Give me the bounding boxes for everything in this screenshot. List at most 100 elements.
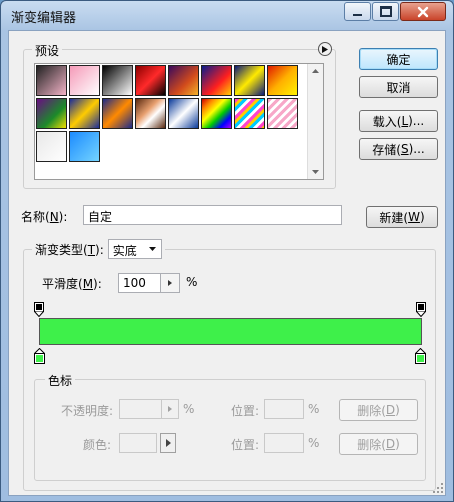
color-stops-label: 色标 — [45, 372, 76, 389]
presets-list — [34, 63, 324, 180]
location-label-opacity: 位置: — [231, 404, 260, 418]
opacity-stop-icon — [34, 302, 44, 318]
preset-swatch-18[interactable] — [69, 131, 100, 162]
load-button-suffix: )... — [408, 114, 425, 128]
smoothness-label-suffix: ): — [93, 277, 102, 291]
triangle-right-icon — [168, 280, 172, 286]
delete-button-suffix: ) — [395, 437, 400, 451]
save-button[interactable]: 存储(S)... — [359, 138, 438, 160]
minimize-button[interactable] — [344, 2, 371, 21]
maximize-button[interactable] — [372, 2, 399, 21]
color-stops-group: 色标 不透明度: % 位置: % 删除(D) 颜色: 位置: % 删除(D … — [34, 372, 426, 481]
presets-scrollbar[interactable] — [307, 64, 323, 179]
preset-swatch-grid — [36, 65, 298, 162]
cancel-button[interactable]: 取消 — [359, 76, 438, 98]
preset-swatch-17[interactable] — [36, 131, 67, 162]
preset-swatch-14[interactable] — [201, 98, 232, 129]
save-button-suffix: )... — [408, 142, 425, 156]
location-unit-opacity: % — [308, 402, 320, 416]
name-label-key: N — [49, 210, 59, 224]
location-label-color: 位置: — [231, 438, 260, 452]
name-label-text: 名称( — [21, 210, 50, 224]
location-input-opacity[interactable] — [264, 399, 304, 419]
gradient-type-select[interactable]: 实底 — [107, 239, 162, 259]
preset-swatch-6[interactable] — [201, 65, 232, 96]
presets-label: 预设 — [32, 42, 63, 59]
delete-color-stop-button[interactable]: 删除(D) — [339, 433, 418, 455]
gradient-type-label-key: T — [87, 242, 96, 257]
chevron-down-icon — [148, 247, 156, 251]
gradient-type-label-text: 渐变类型( — [35, 242, 88, 257]
save-button-label: 存储( — [372, 142, 401, 157]
preset-swatch-16[interactable] — [267, 98, 298, 129]
opacity-label: 不透明度: — [61, 404, 114, 418]
preset-swatch-4[interactable] — [135, 65, 166, 96]
opacity-unit: % — [183, 402, 195, 416]
gradient-type-row: 渐变类型(T): 实底 — [32, 239, 165, 259]
scroll-down-icon — [312, 170, 319, 174]
preset-swatch-15[interactable] — [234, 98, 265, 129]
save-button-key: S — [400, 142, 409, 156]
preset-swatch-2[interactable] — [69, 65, 100, 96]
opacity-input[interactable] — [119, 399, 161, 419]
color-label: 颜色: — [83, 438, 112, 452]
delete-button-key: D — [385, 437, 396, 451]
preset-swatch-11[interactable] — [102, 98, 133, 129]
new-button-key: W — [408, 210, 420, 224]
name-label-suffix: ): — [58, 210, 68, 224]
load-button-key: L — [401, 114, 409, 128]
preset-swatch-5[interactable] — [168, 65, 199, 96]
color-stop-icon — [33, 347, 46, 364]
resize-grip-icon[interactable] — [433, 483, 443, 493]
ok-button[interactable]: 确定 — [359, 48, 438, 70]
opacity-stop-icon — [416, 302, 426, 318]
close-button[interactable] — [400, 2, 446, 21]
new-button[interactable]: 新建(W) — [366, 206, 438, 228]
preset-swatch-13[interactable] — [168, 98, 199, 129]
preset-swatch-12[interactable] — [135, 98, 166, 129]
smoothness-label-text: 平滑度( — [42, 277, 83, 291]
new-button-suffix: ) — [419, 210, 425, 224]
gradient-editor-window: 渐变编辑器 预设 确定 取消 载入(L)... 存储(S)... 名称(… — [0, 0, 454, 502]
gradient-type-label-suffix: ): — [95, 242, 104, 257]
location-unit-color: % — [308, 436, 320, 450]
smoothness-unit: % — [186, 275, 198, 289]
delete-opacity-stop-button[interactable]: 删除(D) — [339, 399, 418, 421]
delete-button-label: 删除( — [357, 403, 386, 418]
smoothness-label-key: M — [82, 277, 94, 291]
opacity-stepper[interactable] — [161, 399, 179, 419]
preset-swatch-10[interactable] — [69, 98, 100, 129]
close-icon — [417, 6, 429, 17]
color-stop-left[interactable] — [33, 347, 46, 367]
location-input-color[interactable] — [264, 433, 304, 453]
presets-menu-button[interactable] — [318, 42, 332, 56]
color-stop-right[interactable] — [414, 347, 427, 367]
smoothness-input[interactable]: 100 — [118, 273, 160, 293]
load-button[interactable]: 载入(L)... — [359, 110, 438, 132]
gradient-type-value: 实底 — [112, 244, 137, 258]
smoothness-stepper[interactable] — [160, 273, 180, 293]
triangle-right-icon — [165, 439, 171, 447]
preset-swatch-8[interactable] — [267, 65, 298, 96]
smoothness-label: 平滑度(M): — [42, 275, 102, 292]
preset-swatch-7[interactable] — [234, 65, 265, 96]
load-button-label: 载入( — [372, 114, 402, 129]
maximize-icon — [379, 6, 392, 17]
preset-swatch-1[interactable] — [36, 65, 67, 96]
color-swatch-field[interactable] — [119, 433, 157, 453]
color-picker-stepper[interactable] — [160, 433, 176, 453]
gradient-preview-bar[interactable] — [39, 318, 422, 345]
triangle-right-icon — [322, 45, 328, 53]
new-button-label: 新建( — [379, 210, 409, 225]
delete-button-key: D — [385, 403, 396, 417]
color-stop-icon — [414, 347, 427, 364]
name-label: 名称(N): — [21, 208, 67, 225]
delete-button-label: 删除( — [357, 437, 386, 452]
preset-swatch-3[interactable] — [102, 65, 133, 96]
triangle-right-icon — [168, 406, 172, 412]
title-bar[interactable]: 渐变编辑器 — [1, 1, 453, 29]
dialog-body: 预设 确定 取消 载入(L)... 存储(S)... 名称(N): 自定 新… — [8, 30, 446, 496]
preset-swatch-9[interactable] — [36, 98, 67, 129]
delete-button-suffix: ) — [395, 403, 400, 417]
name-input[interactable]: 自定 — [83, 205, 342, 225]
